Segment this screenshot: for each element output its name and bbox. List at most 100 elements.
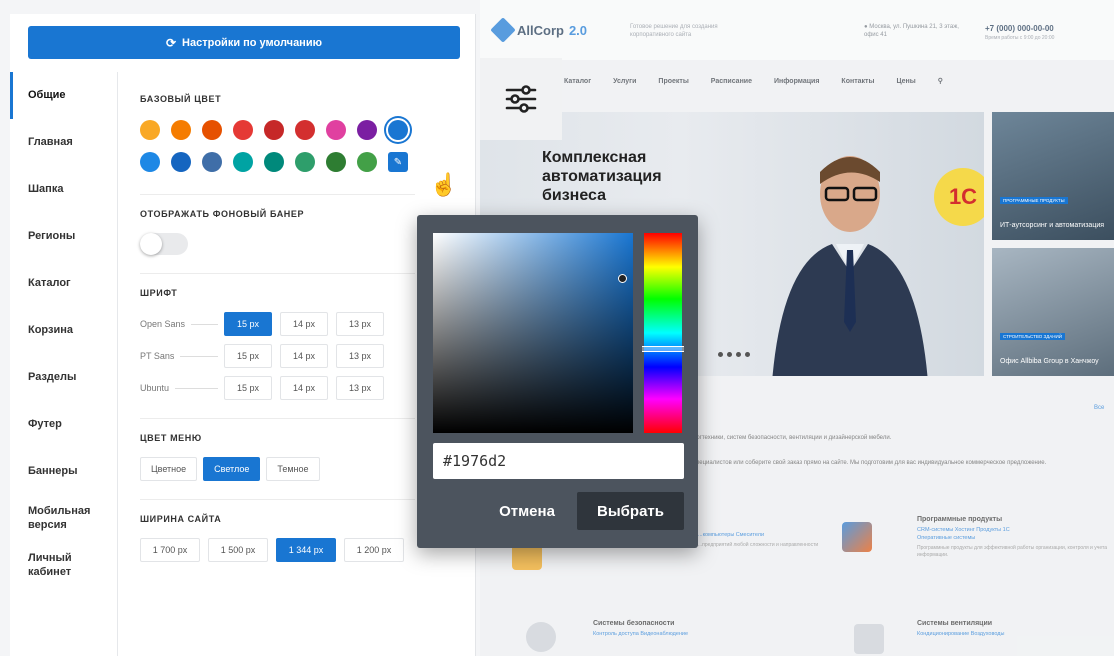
- site-address: ● Москва, ул. Пушкина 21, 3 этаж, офис 4…: [864, 24, 959, 38]
- nav-item[interactable]: Контакты: [841, 78, 874, 85]
- site-width-option[interactable]: 1 500 px: [208, 538, 268, 562]
- site-width-option[interactable]: 1 344 px: [276, 538, 336, 562]
- promo-card-tag: Строительство зданий: [1000, 333, 1065, 340]
- font-name: Ubuntu: [140, 383, 224, 393]
- hue-handle[interactable]: [642, 346, 684, 352]
- category-title[interactable]: Системы безопасности: [593, 620, 688, 627]
- font-size-option[interactable]: 13 px: [336, 312, 384, 336]
- site-phone[interactable]: +7 (000) 000-00-00 Время работы с 9:00 до…: [985, 24, 1054, 41]
- color-picker-popup: #1976d2 Отмена Выбрать: [417, 215, 698, 548]
- tab-banners[interactable]: Баннеры: [10, 448, 117, 495]
- refresh-icon: ⟳: [165, 35, 177, 50]
- promo-card[interactable]: Программные продукты ИТ-аутсорсинг и авт…: [992, 112, 1114, 240]
- site-width-title: ШИРИНА САЙТА: [140, 514, 222, 524]
- menu-color-option[interactable]: Цветное: [140, 457, 198, 481]
- cancel-button[interactable]: Отмена: [487, 492, 567, 530]
- sv-cursor[interactable]: [618, 274, 627, 283]
- site-width-option[interactable]: 1 200 px: [344, 538, 404, 562]
- color-swatch[interactable]: [326, 152, 346, 172]
- menu-color-option[interactable]: Темное: [266, 457, 320, 481]
- font-name: PT Sans: [140, 351, 224, 361]
- saturation-value-area[interactable]: [433, 233, 633, 433]
- font-size-option[interactable]: 14 px: [280, 376, 328, 400]
- category-desc: Программные продукты для эффективной раб…: [917, 545, 1107, 558]
- font-size-option[interactable]: 14 px: [280, 344, 328, 368]
- nav-item[interactable]: Расписание: [711, 78, 752, 85]
- category-ventilation: Системы вентиляции Кондиционирование Воз…: [917, 620, 1004, 637]
- color-swatch[interactable]: [388, 120, 408, 140]
- all-link[interactable]: Все: [1094, 405, 1104, 411]
- color-swatch[interactable]: [295, 152, 315, 172]
- category-title[interactable]: Программные продукты: [917, 516, 1107, 523]
- promo-card[interactable]: Строительство зданий Офис Allbiba Group …: [992, 248, 1114, 376]
- color-swatch[interactable]: [326, 120, 346, 140]
- tab-regions[interactable]: Регионы: [10, 213, 117, 260]
- category-desc: ...предприятий любой сложности и направл…: [698, 542, 819, 548]
- nav-item[interactable]: Услуги: [613, 78, 636, 85]
- site-width-option[interactable]: 1 700 px: [140, 538, 200, 562]
- category-software: Программные продукты CRM-системы Хостинг…: [917, 516, 1107, 559]
- font-size-option[interactable]: 13 px: [336, 344, 384, 368]
- slider-dots[interactable]: [718, 352, 750, 357]
- color-swatch[interactable]: [202, 152, 222, 172]
- color-swatch[interactable]: [140, 152, 160, 172]
- tab-catalog[interactable]: Каталог: [10, 260, 117, 307]
- color-swatch[interactable]: [295, 120, 315, 140]
- color-swatch[interactable]: [171, 152, 191, 172]
- category-links[interactable]: ...компьютеры Смесители: [698, 532, 838, 538]
- nav-item[interactable]: Каталог: [564, 78, 591, 85]
- category-sublink[interactable]: Оперативные системы: [917, 535, 1107, 541]
- category-links[interactable]: CRM-системы Хостинг Продукты 1С: [917, 527, 1107, 533]
- color-swatch[interactable]: [264, 120, 284, 140]
- tab-account[interactable]: Личный кабинет: [10, 542, 90, 589]
- color-swatch[interactable]: [233, 120, 253, 140]
- color-swatch[interactable]: [233, 152, 253, 172]
- tab-cart[interactable]: Корзина: [10, 307, 117, 354]
- nav-item[interactable]: Проекты: [658, 78, 688, 85]
- tab-header[interactable]: Шапка: [10, 166, 117, 213]
- nav-item[interactable]: Цены: [896, 78, 915, 85]
- reset-defaults-button[interactable]: ⟳ Настройки по умолчанию: [28, 26, 460, 59]
- font-rows: Open Sans 15 px 14 px 13 px PT Sans 15 px 14 p…: [140, 312, 420, 400]
- tab-mobile[interactable]: Мобильная версия: [10, 495, 100, 542]
- tab-sections[interactable]: Разделы: [10, 354, 117, 401]
- font-size-option[interactable]: 15 px: [224, 344, 272, 368]
- color-swatch[interactable]: [171, 120, 191, 140]
- font-size-option[interactable]: 15 px: [224, 376, 272, 400]
- choose-button[interactable]: Выбрать: [577, 492, 684, 530]
- logo-text: AllCorp: [517, 22, 564, 38]
- reset-defaults-label: Настройки по умолчанию: [182, 36, 322, 49]
- category-links[interactable]: Кондиционирование Воздуховоды: [917, 631, 1004, 637]
- hue-slider[interactable]: [642, 233, 684, 433]
- logo-version: 2.0: [568, 22, 588, 38]
- color-swatch[interactable]: [140, 120, 160, 140]
- hand-cursor-icon: ☝: [430, 172, 458, 197]
- tab-home[interactable]: Главная: [10, 119, 117, 166]
- site-tagline: Готовое решение для создания корпоративн…: [630, 24, 718, 38]
- category-title[interactable]: Системы вентиляции: [917, 620, 1004, 627]
- site-logo[interactable]: AllCorp 2.0: [490, 17, 588, 43]
- menu-color-title: ЦВЕТ МЕНЮ: [140, 433, 202, 443]
- custom-color-button[interactable]: ✎: [388, 152, 408, 172]
- pencil-icon: ✎: [393, 156, 403, 168]
- category-links[interactable]: Контроль доступа Видеонаблюдение: [593, 631, 688, 637]
- color-swatch[interactable]: [202, 120, 222, 140]
- banner-toggle[interactable]: [140, 233, 188, 255]
- tab-footer[interactable]: Футер: [10, 401, 117, 448]
- color-swatch[interactable]: [357, 120, 377, 140]
- divider: [140, 273, 415, 274]
- settings-toggle-button[interactable]: [480, 58, 562, 140]
- color-swatch[interactable]: [357, 152, 377, 172]
- businessman-image: [772, 156, 928, 376]
- color-swatch[interactable]: [264, 152, 284, 172]
- user-icon[interactable]: ⚲: [938, 77, 943, 85]
- hex-input[interactable]: #1976d2: [433, 443, 684, 479]
- logo-mark-icon: [490, 17, 516, 43]
- font-size-option[interactable]: 15 px: [224, 312, 272, 336]
- hero-title: Комплексная автоматизация бизнеса: [542, 149, 662, 205]
- menu-color-option[interactable]: Светлое: [203, 457, 261, 481]
- font-size-option[interactable]: 13 px: [336, 376, 384, 400]
- tab-general[interactable]: Общие: [10, 72, 117, 119]
- font-size-option[interactable]: 14 px: [280, 312, 328, 336]
- nav-item[interactable]: Информация: [774, 78, 819, 85]
